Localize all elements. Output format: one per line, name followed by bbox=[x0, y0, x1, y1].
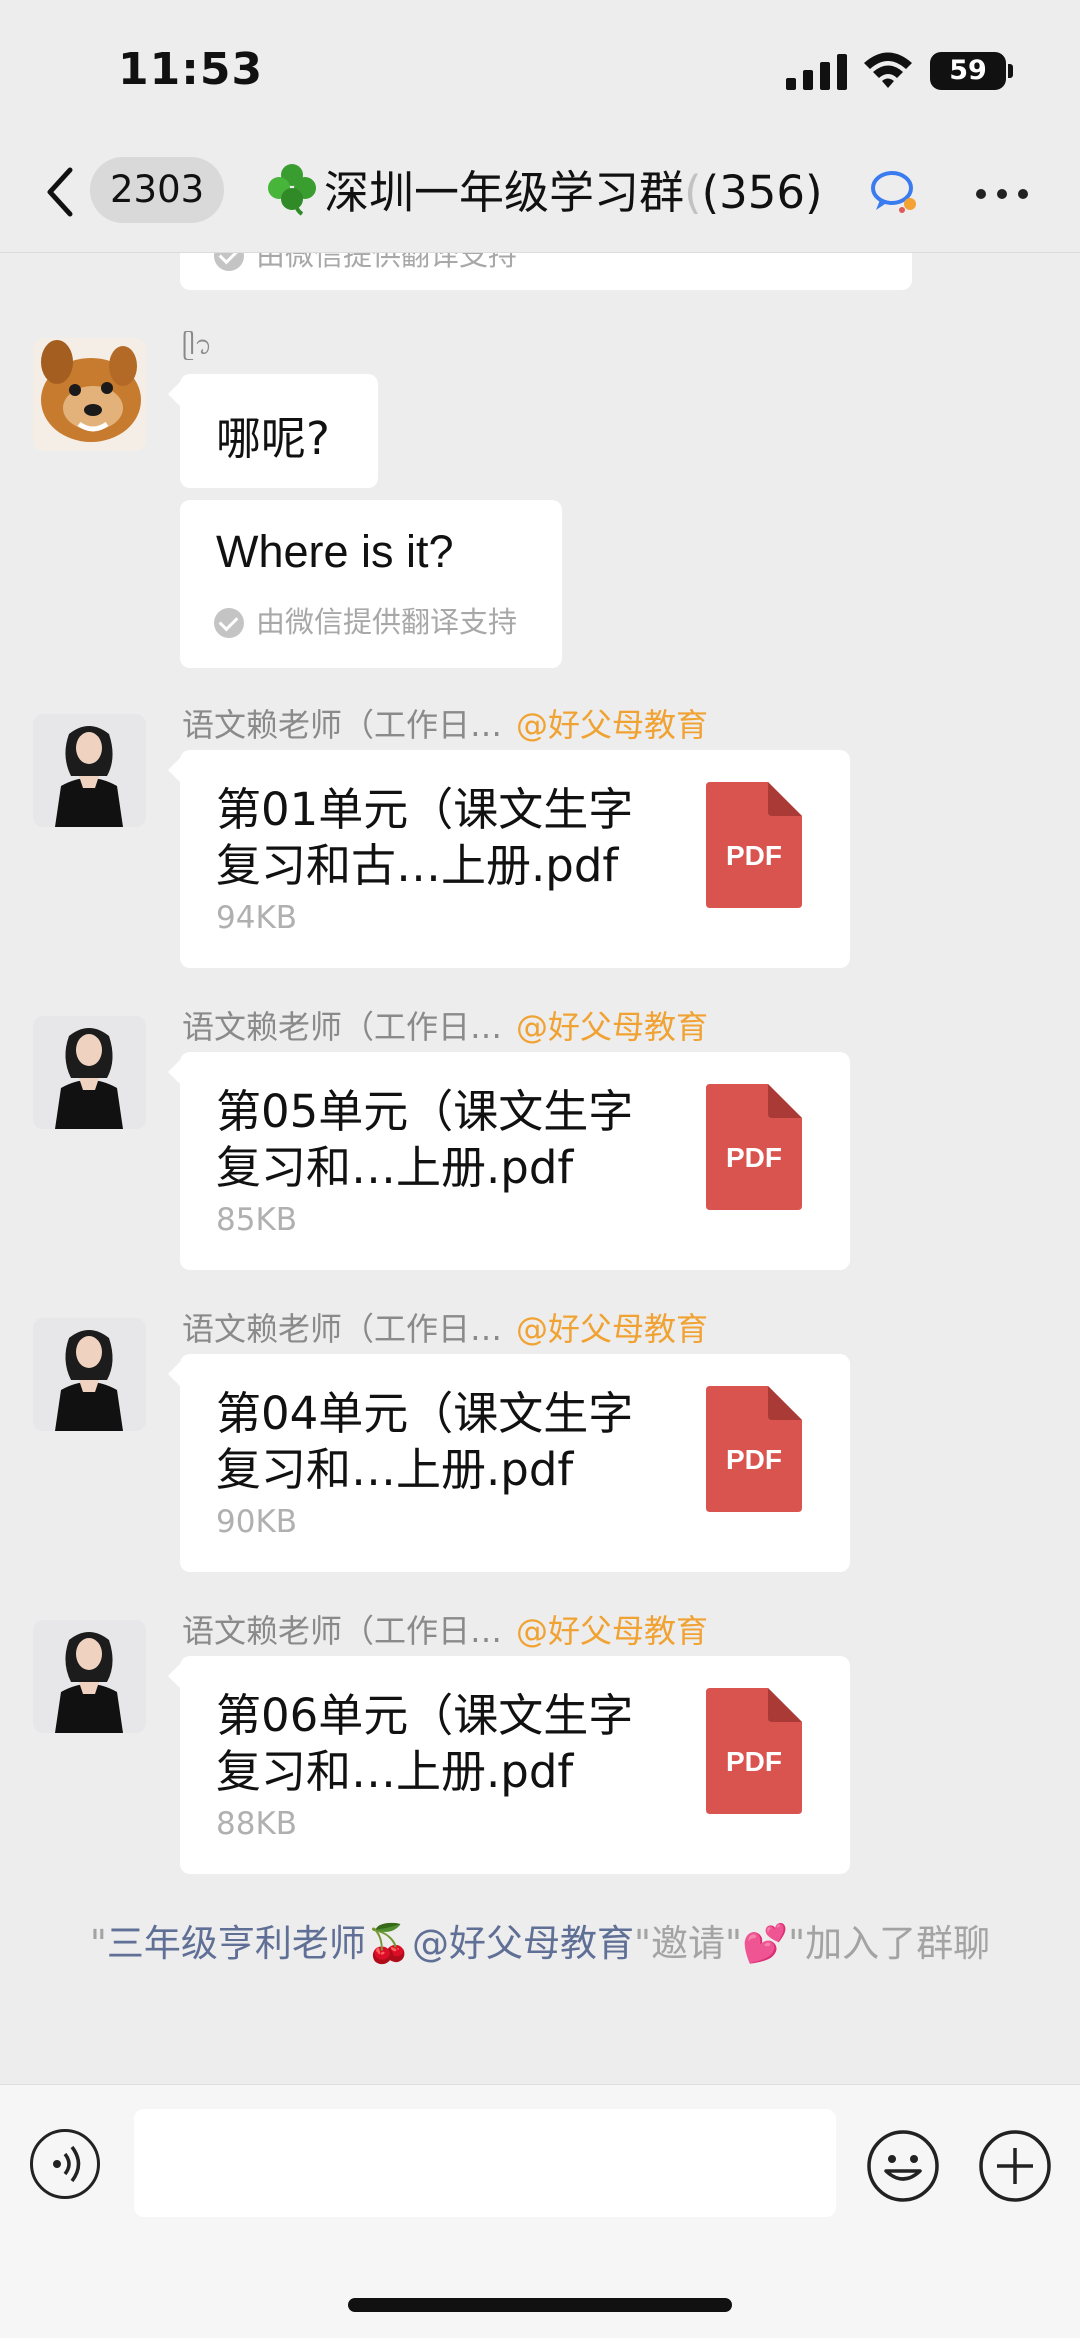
file-name: 第04单元（课文生字复习和…上册.pdf bbox=[216, 1387, 634, 1496]
wifi-icon bbox=[864, 52, 912, 88]
more-dots-icon bbox=[976, 189, 986, 199]
chat-header: 2303 深圳一年级学习群((356) bbox=[0, 140, 1080, 253]
check-icon bbox=[214, 252, 244, 271]
teacher-avatar-image bbox=[33, 714, 146, 827]
pdf-file-icon: PDF bbox=[706, 1084, 802, 1210]
more-dots-icon bbox=[997, 189, 1007, 199]
check-icon bbox=[214, 608, 244, 638]
file-size: 94KB bbox=[216, 900, 298, 936]
dog-avatar-image bbox=[33, 338, 146, 451]
plus-icon[interactable] bbox=[978, 2129, 1052, 2203]
pdf-file-icon: PDF bbox=[706, 1688, 802, 1814]
pdf-file-icon: PDF bbox=[706, 1386, 802, 1512]
translation-note: 由微信提供翻译支持 bbox=[214, 252, 517, 274]
home-indicator bbox=[348, 2298, 732, 2312]
avatar[interactable] bbox=[33, 1016, 146, 1129]
sender-name: 语文赖老师（工作日… @好父母教育 bbox=[182, 706, 709, 744]
file-name: 第06单元（课文生字复习和…上册.pdf bbox=[216, 1689, 634, 1798]
chat-title-text: 深圳一年级学习群 bbox=[324, 166, 685, 219]
status-bar: 11:53 59 bbox=[0, 0, 1080, 140]
teacher-avatar-image bbox=[33, 1620, 146, 1733]
pdf-file-icon: PDF bbox=[706, 782, 802, 908]
svg-text:PDF: PDF bbox=[726, 1444, 782, 1475]
file-size: 90KB bbox=[216, 1504, 298, 1540]
member-count: (356) bbox=[701, 166, 823, 219]
file-name: 第01单元（课文生字复习和古…上册.pdf bbox=[216, 783, 634, 892]
svg-text:PDF: PDF bbox=[726, 1142, 782, 1173]
battery-cap bbox=[1008, 64, 1013, 78]
avatar[interactable] bbox=[33, 714, 146, 827]
translation-note: 由微信提供翻译支持 bbox=[214, 599, 517, 641]
chat-title-tail: ( bbox=[684, 166, 702, 219]
svg-text:PDF: PDF bbox=[726, 1746, 782, 1777]
file-size: 88KB bbox=[216, 1806, 298, 1842]
translation-text: Where is it? bbox=[216, 526, 454, 577]
inviter-name-link[interactable]: 三年级亨利老师🍒@好父母教育 bbox=[107, 1922, 634, 1965]
teacher-avatar-image bbox=[33, 1318, 146, 1431]
emoji-icon[interactable] bbox=[866, 2129, 940, 2203]
svg-text:PDF: PDF bbox=[726, 840, 782, 871]
message-text: 哪呢? bbox=[216, 412, 330, 465]
battery-icon: 59 bbox=[930, 52, 1006, 90]
voice-waves-icon bbox=[53, 2145, 81, 2183]
avatar[interactable] bbox=[33, 1318, 146, 1431]
file-name: 第05单元（课文生字复习和…上册.pdf bbox=[216, 1085, 634, 1194]
teacher-avatar-image bbox=[33, 1016, 146, 1129]
signal-bars-icon bbox=[786, 54, 847, 90]
sender-name: 语文赖老师（工作日… @好父母教育 bbox=[182, 1310, 709, 1348]
back-chevron-icon[interactable] bbox=[40, 162, 80, 222]
file-size: 85KB bbox=[216, 1202, 298, 1238]
more-dots-icon bbox=[1018, 189, 1028, 199]
sender-name: ᥫ᭡ bbox=[182, 331, 213, 361]
avatar[interactable] bbox=[33, 338, 146, 451]
sender-name: 语文赖老师（工作日… @好父母教育 bbox=[182, 1612, 709, 1650]
chat-title[interactable]: 深圳一年级学习群((356) bbox=[264, 160, 823, 224]
voice-icon[interactable] bbox=[30, 2129, 100, 2199]
more-options-button[interactable] bbox=[970, 162, 1034, 222]
sender-name: 语文赖老师（工作日… @好父母教育 bbox=[182, 1008, 709, 1046]
partial-message-bubble[interactable]: 由微信提供翻译支持 bbox=[180, 252, 912, 290]
unread-count-badge[interactable]: 2303 bbox=[90, 157, 225, 223]
message-input[interactable] bbox=[134, 2109, 836, 2217]
clover-icon bbox=[268, 164, 316, 216]
avatar[interactable] bbox=[33, 1620, 146, 1733]
translate-bubble-icon[interactable] bbox=[870, 170, 918, 214]
system-invite-message: "三年级亨利老师🍒@好父母教育"邀请"💕"加入了群聊 bbox=[89, 1922, 991, 1965]
status-time: 11:53 bbox=[118, 44, 264, 95]
chat-message-list[interactable]: 由微信提供翻译支持 ᥫ᭡ 哪呢? Where is it? 由微信提供翻译支持 bbox=[0, 252, 1080, 2084]
